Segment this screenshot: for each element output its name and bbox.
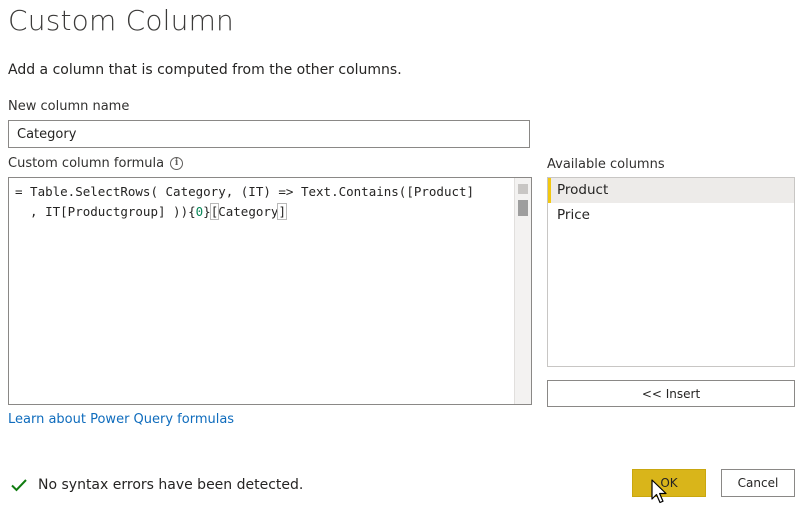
syntax-status: No syntax errors have been detected. [10,476,303,494]
insert-button[interactable]: << Insert [547,380,795,407]
ok-button[interactable]: OK [632,469,706,497]
dialog-description: Add a column that is computed from the o… [8,62,402,78]
available-columns-list[interactable]: Product Price [547,177,795,367]
formula-text[interactable]: = Table.SelectRows( Category, (IT) => Te… [15,182,474,222]
formula-scrollbar[interactable] [514,178,531,404]
new-column-name-input[interactable] [8,120,530,148]
learn-power-query-link[interactable]: Learn about Power Query formulas [8,412,234,427]
formula-line-1: = Table.SelectRows( Category, (IT) => Te… [15,184,475,199]
list-item-product[interactable]: Product [548,178,794,203]
info-icon[interactable]: i [170,157,184,170]
check-icon [11,479,27,492]
available-columns-label: Available columns [547,157,665,172]
text-caret [285,204,287,218]
formula-line-2: , IT[Productgroup] )){0}[Category] [15,203,287,220]
scrollbar-track-mark [518,184,528,194]
new-column-name-label: New column name [8,99,130,114]
syntax-status-text: No syntax errors have been detected. [38,477,304,493]
list-item-price[interactable]: Price [548,203,794,228]
dialog-title: Custom Column [8,4,234,37]
scrollbar-thumb[interactable] [518,200,528,216]
formula-label-row: Custom column formula i [8,156,184,171]
cancel-button[interactable]: Cancel [721,469,795,497]
formula-editor[interactable]: = Table.SelectRows( Category, (IT) => Te… [8,177,532,405]
formula-label: Custom column formula [8,156,165,171]
